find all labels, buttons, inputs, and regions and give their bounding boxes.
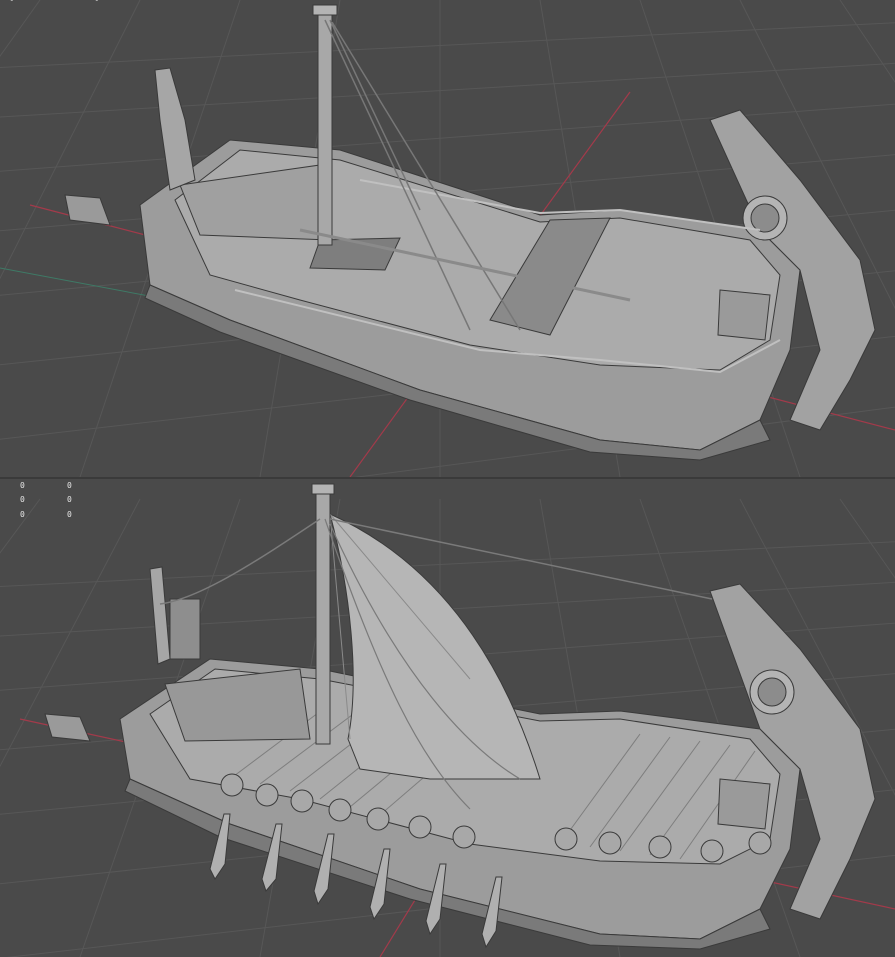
perspective-viewport-top[interactable]: ° ° xyxy=(0,0,895,477)
ship-hull-model[interactable] xyxy=(64,67,876,461)
axis-label-tick: ° xyxy=(10,0,14,6)
sail[interactable] xyxy=(329,513,541,780)
viewport-canvas-bottom[interactable]: 0 0 0 0 0 0 xyxy=(0,479,895,957)
viewport-canvas-top[interactable]: ° ° xyxy=(0,0,895,477)
stat-value-1: 0 xyxy=(67,481,72,490)
stats-overlay: 0 0 0 0 0 0 xyxy=(20,481,72,519)
stat-value-3: 0 xyxy=(67,510,72,519)
stat-label-1: 0 xyxy=(20,481,25,490)
axis-label-tick-2: ° xyxy=(95,0,99,6)
stat-label-3: 0 xyxy=(20,510,25,519)
stat-value-2: 0 xyxy=(67,495,72,504)
stat-label-2: 0 xyxy=(20,495,25,504)
perspective-viewport-bottom[interactable]: 0 0 0 0 0 0 xyxy=(0,479,895,957)
